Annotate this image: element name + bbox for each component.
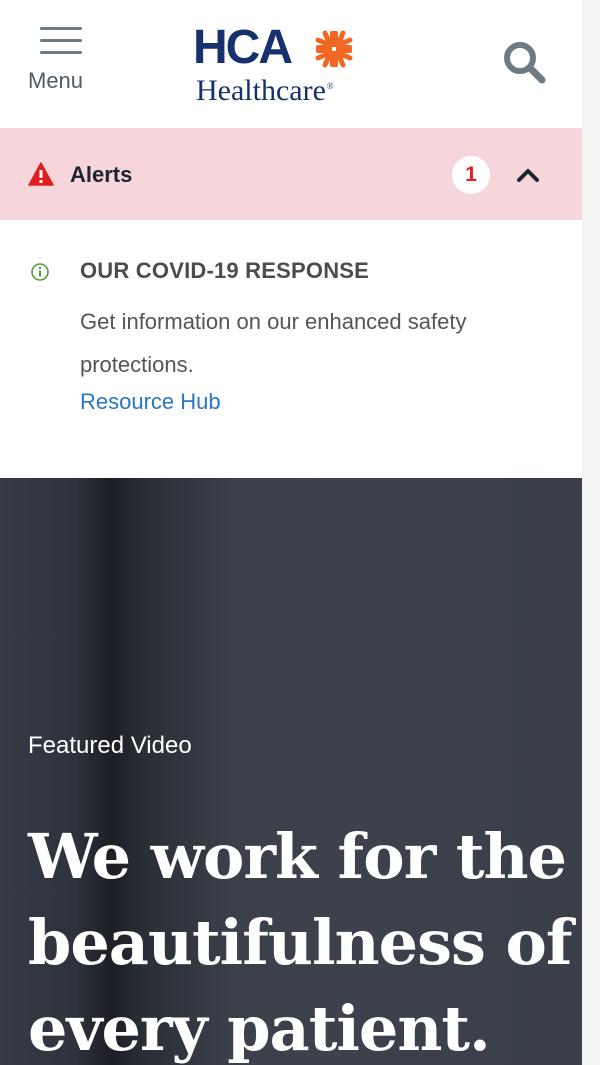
- search-button[interactable]: [498, 36, 552, 90]
- logo-cross-icon: [315, 30, 353, 68]
- alert-description: Get information on our enhanced safety p…: [80, 309, 467, 377]
- hca-healthcare-logo[interactable]: HCA Healthcare®: [193, 21, 383, 107]
- chevron-up-icon[interactable]: [512, 161, 544, 189]
- hero-featured-video[interactable]: Featured Video We work for the beautiful…: [0, 478, 582, 1065]
- alerts-label: Alerts: [70, 162, 133, 187]
- hero-eyebrow: Featured Video: [28, 732, 192, 759]
- info-icon: [31, 263, 49, 281]
- menu-button[interactable]: Menu: [24, 24, 100, 104]
- search-icon: [504, 42, 546, 84]
- menu-label: Menu: [28, 68, 84, 93]
- logo-wordmark-bottom: Healthcare®: [196, 74, 334, 107]
- warning-icon: [28, 162, 54, 186]
- logo-wordmark-top: HCA: [193, 21, 293, 74]
- page: Menu HCA Healthcare® Alerts 1 OUR COVID-…: [0, 0, 582, 1065]
- alert-panel: OUR COVID-19 RESPONSE Get information on…: [0, 220, 582, 478]
- hero-title: We work for the beautifulness of every p…: [28, 820, 572, 1065]
- scrollbar-gutter: [582, 0, 600, 1065]
- alerts-count-badge: 1: [452, 156, 490, 194]
- hamburger-icon: [40, 27, 82, 55]
- resource-hub-link[interactable]: Resource Hub: [80, 389, 221, 415]
- alert-title: OUR COVID-19 RESPONSE: [80, 258, 370, 283]
- alerts-toggle-bar[interactable]: Alerts 1: [0, 128, 582, 220]
- site-header: Menu HCA Healthcare®: [0, 0, 582, 128]
